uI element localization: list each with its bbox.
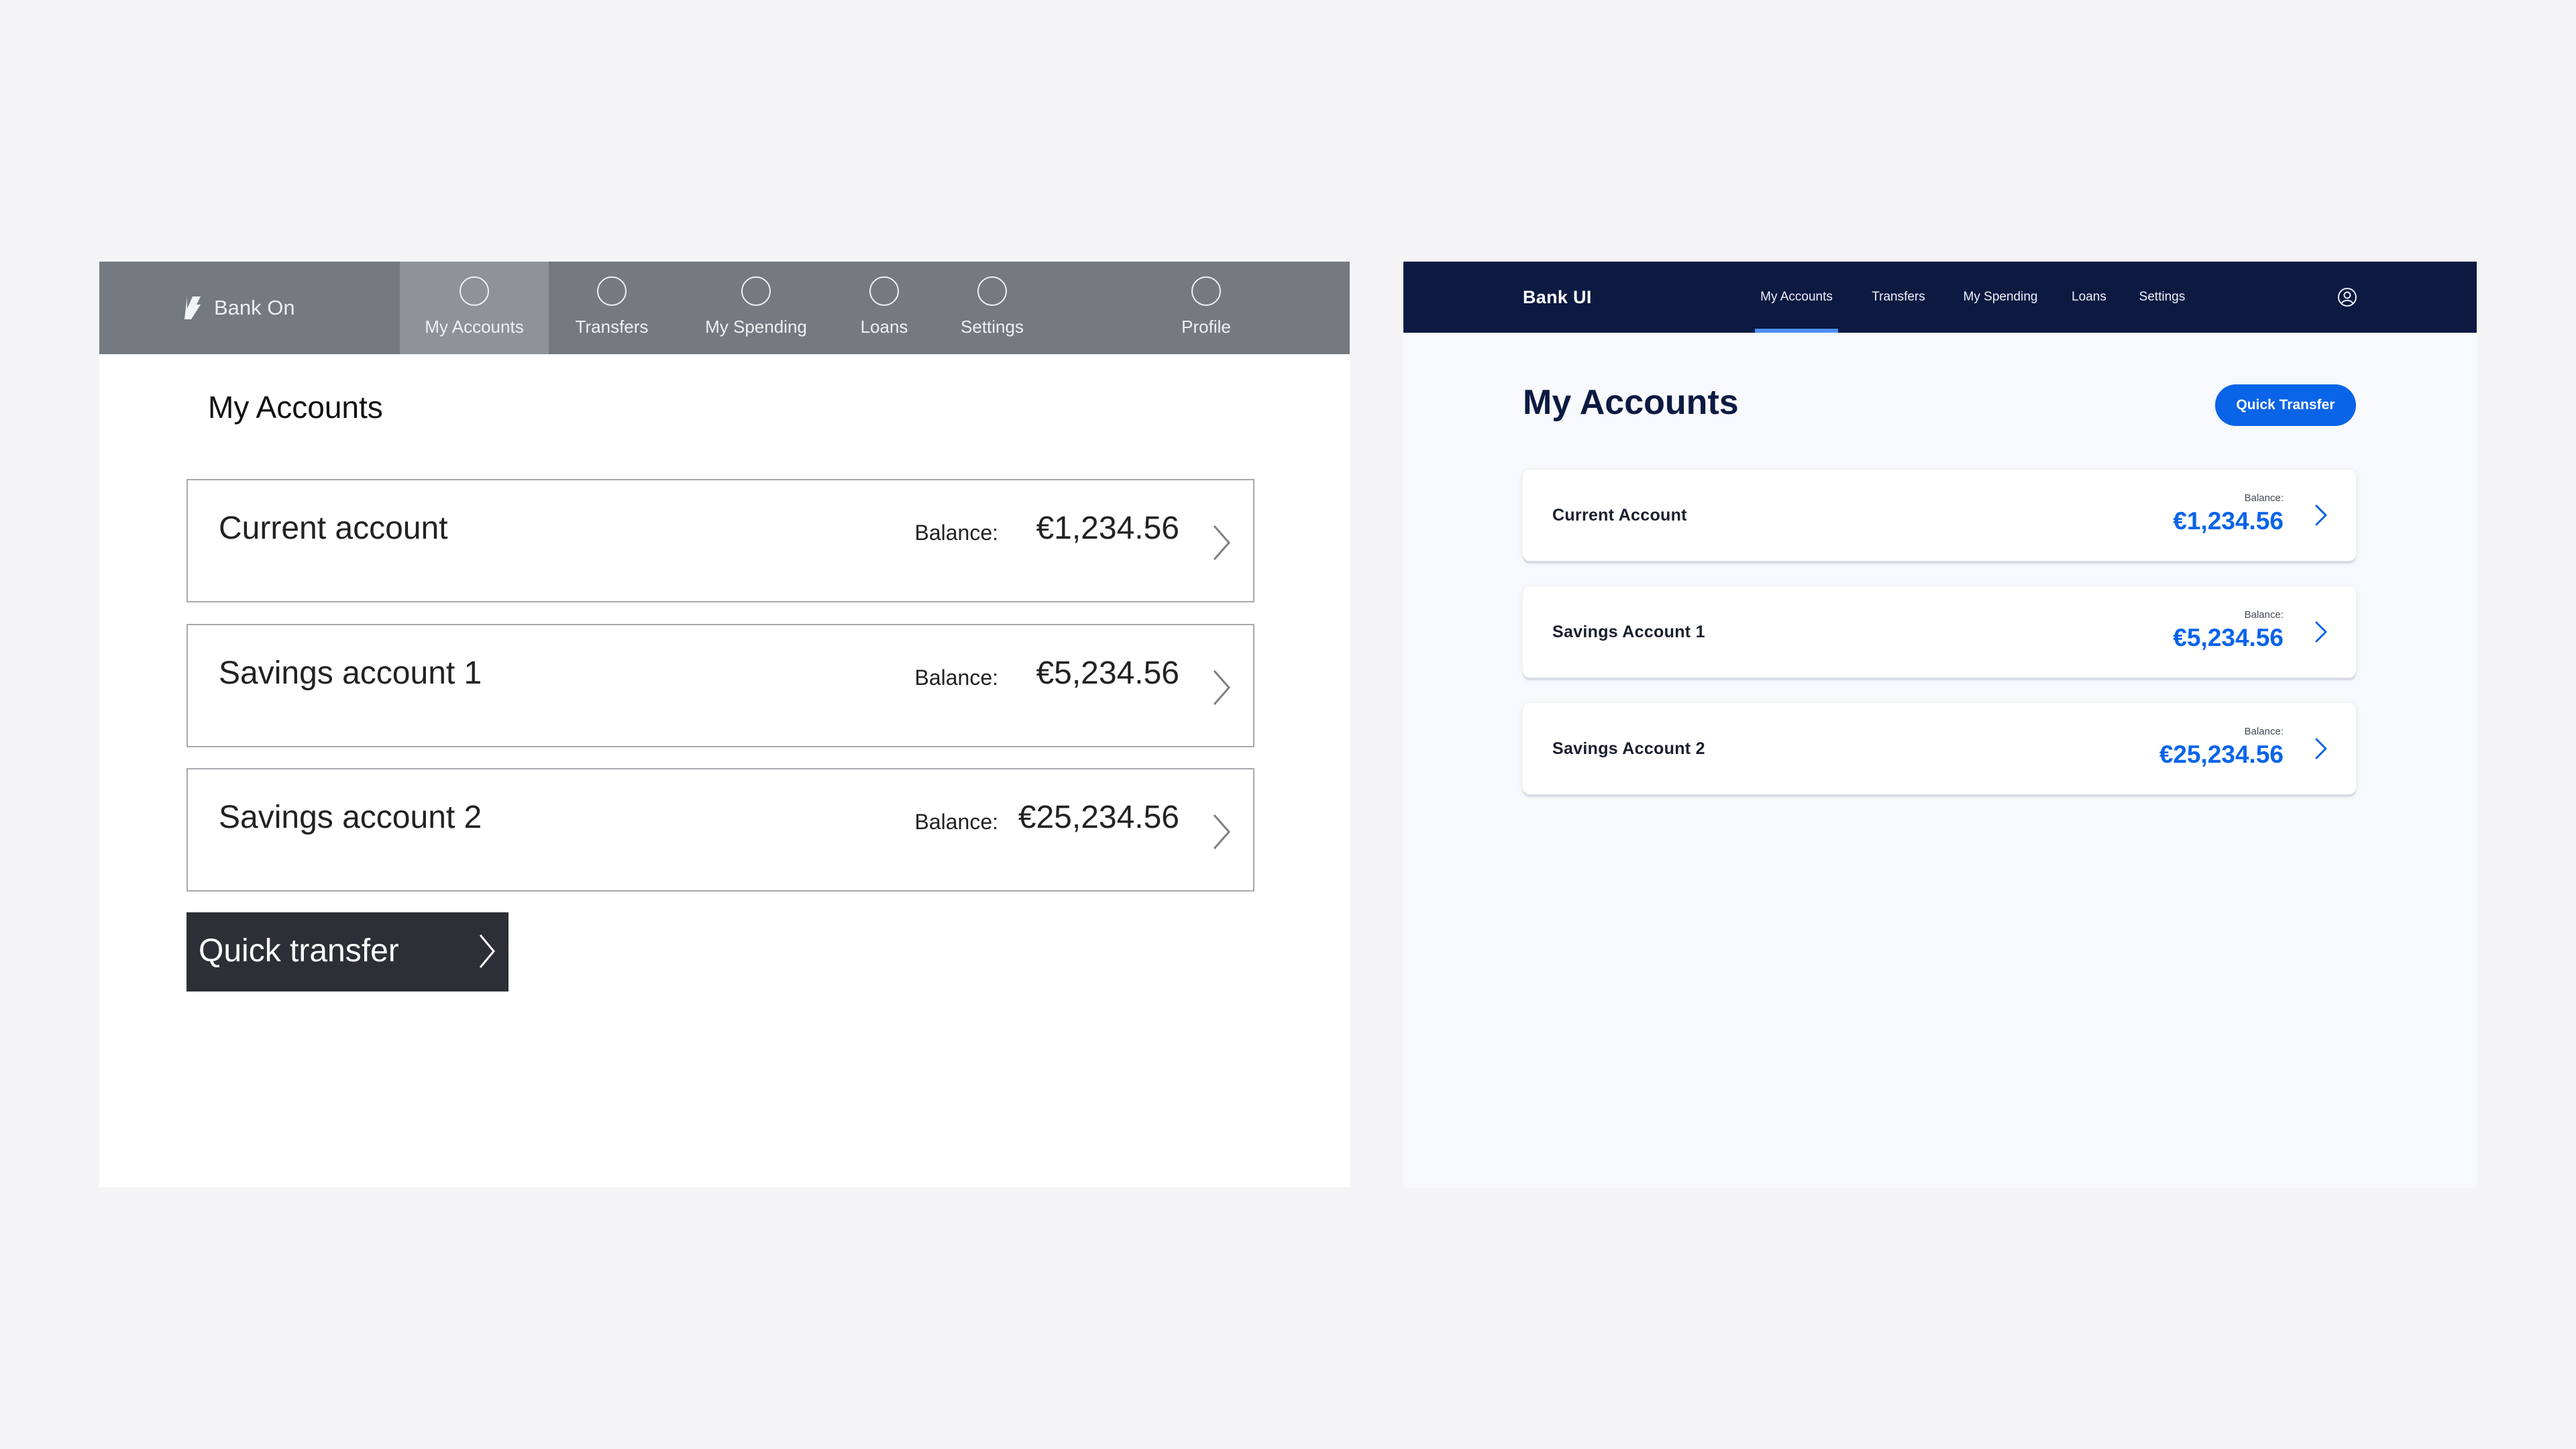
wireframe-quick-transfer-button[interactable]: Quick transfer — [186, 912, 508, 991]
final-nav-settings[interactable]: Settings — [2132, 262, 2192, 333]
balance-label: Balance: — [2244, 609, 2284, 621]
account-name: Current account — [219, 511, 448, 546]
final-ui-panel: Bank UI My Accounts Transfers My Spendin… — [1403, 262, 2477, 1187]
nav-label: Loans — [2072, 290, 2106, 304]
balance-label: Balance: — [914, 665, 998, 690]
balance-value: €1,234.56 — [1036, 511, 1179, 546]
nav-placeholder-circle-icon — [741, 276, 771, 306]
nav-label: Transfers — [1872, 290, 1925, 304]
chevron-right-icon — [2315, 504, 2327, 526]
balance-value: €25,234.56 — [1018, 800, 1179, 835]
chevron-right-icon — [1213, 814, 1230, 849]
account-name: Savings Account 2 — [1552, 739, 1705, 758]
wireframe-nav-my-spending[interactable]: My Spending — [686, 262, 826, 354]
account-name: Savings Account 1 — [1552, 622, 1705, 641]
nav-label: Settings — [961, 317, 1024, 337]
nav-placeholder-circle-icon — [977, 276, 1007, 306]
balance-label: Balance: — [914, 521, 998, 545]
balance-label: Balance: — [914, 810, 998, 834]
final-account-card-savings-2[interactable]: Savings Account 2 Balance: €25,234.56 — [1523, 703, 2356, 794]
nav-label: Loans — [860, 317, 908, 337]
nav-label: Transfers — [575, 317, 649, 337]
account-name: Current Account — [1552, 505, 1687, 525]
final-brand[interactable]: Bank UI — [1523, 262, 1592, 333]
final-nav-my-accounts[interactable]: My Accounts — [1755, 262, 1838, 333]
final-quick-transfer-button[interactable]: Quick Transfer — [2215, 384, 2356, 426]
wireframe-page-title: My Accounts — [208, 390, 383, 425]
balance-value: €1,234.56 — [2173, 507, 2284, 535]
nav-label: Profile — [1181, 317, 1231, 337]
balance-value: €5,234.56 — [2173, 624, 2284, 651]
quick-transfer-label: Quick transfer — [199, 933, 399, 969]
chevron-right-icon — [1213, 525, 1230, 560]
wireframe-nav-transfers[interactable]: Transfers — [557, 262, 667, 354]
nav-label: My Accounts — [425, 317, 524, 337]
balance-value: €25,234.56 — [2159, 741, 2284, 768]
nav-label: My Spending — [1963, 290, 2038, 304]
wireframe-brand-name: Bank On — [214, 296, 295, 319]
wireframe-nav-settings[interactable]: Settings — [942, 262, 1042, 354]
account-name: Savings account 2 — [219, 800, 482, 835]
nav-placeholder-circle-icon — [460, 276, 489, 306]
bank-logo-icon — [184, 297, 201, 319]
chevron-right-icon — [1213, 670, 1230, 705]
wireframe-account-card-savings-1[interactable]: Savings account 1 Balance: €5,234.56 — [186, 624, 1254, 747]
balance-value: €5,234.56 — [1036, 655, 1179, 691]
final-nav-my-spending[interactable]: My Spending — [1955, 262, 2046, 333]
wireframe-panel: Bank On My Accounts Transfers My Spendin… — [99, 262, 1350, 1187]
chevron-right-icon — [479, 934, 495, 968]
balance-label: Balance: — [2244, 492, 2284, 504]
wireframe-account-card-current[interactable]: Current account Balance: €1,234.56 — [186, 479, 1254, 602]
nav-placeholder-circle-icon — [869, 276, 899, 306]
wireframe-nav-profile[interactable]: Profile — [1159, 262, 1253, 354]
final-nav-bar: Bank UI My Accounts Transfers My Spendin… — [1403, 262, 2477, 333]
final-page-title: My Accounts — [1523, 383, 1739, 422]
nav-label: Settings — [2139, 290, 2186, 304]
final-nav-transfers[interactable]: Transfers — [1866, 262, 1931, 333]
wireframe-nav-loans[interactable]: Loans — [844, 262, 924, 354]
chevron-right-icon — [2315, 621, 2327, 643]
wireframe-nav-my-accounts[interactable]: My Accounts — [400, 262, 549, 354]
wireframe-nav-bar: Bank On My Accounts Transfers My Spendin… — [99, 262, 1350, 354]
final-account-card-current[interactable]: Current Account Balance: €1,234.56 — [1523, 470, 2356, 561]
chevron-right-icon — [2315, 738, 2327, 759]
nav-placeholder-circle-icon — [597, 276, 627, 306]
nav-label: My Accounts — [1760, 290, 1833, 304]
profile-icon[interactable] — [2337, 287, 2357, 307]
final-nav-loans[interactable]: Loans — [2068, 262, 2110, 333]
nav-placeholder-circle-icon — [1191, 276, 1221, 306]
final-account-card-savings-1[interactable]: Savings Account 1 Balance: €5,234.56 — [1523, 586, 2356, 678]
wireframe-brand[interactable]: Bank On — [183, 262, 295, 354]
wireframe-account-card-savings-2[interactable]: Savings account 2 Balance: €25,234.56 — [186, 768, 1254, 892]
balance-label: Balance: — [2244, 726, 2284, 737]
nav-label: My Spending — [705, 317, 807, 337]
account-name: Savings account 1 — [219, 655, 482, 691]
